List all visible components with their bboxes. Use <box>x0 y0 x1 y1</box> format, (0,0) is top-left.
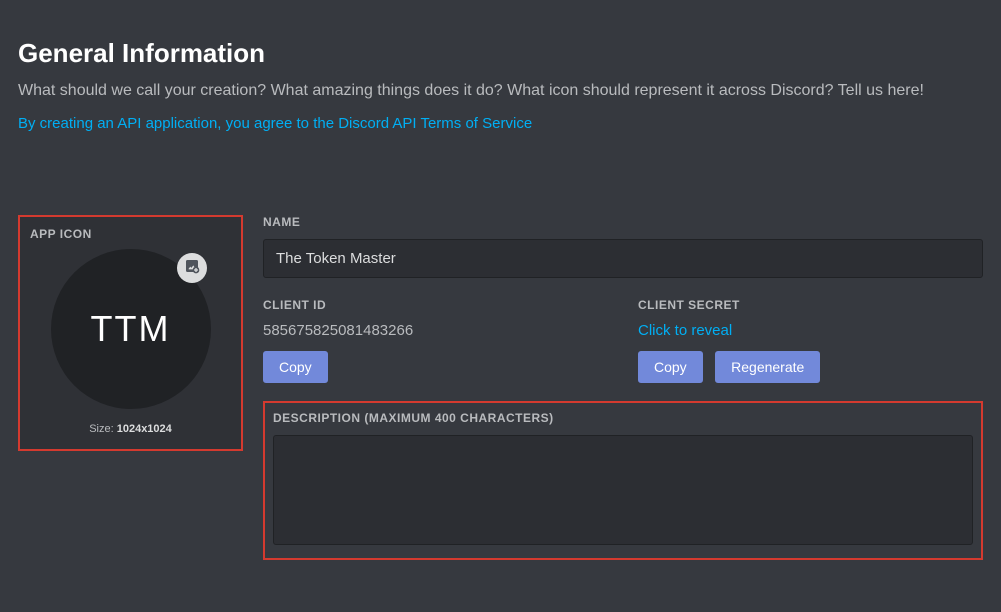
size-value: 1024x1024 <box>117 423 172 435</box>
page-subtitle: What should we call your creation? What … <box>18 79 978 103</box>
content-row: APP ICON TTM Size: 1024x1024 <box>18 215 983 560</box>
regenerate-secret-button[interactable]: Regenerate <box>715 351 820 383</box>
copy-client-id-button[interactable]: Copy <box>263 351 328 383</box>
description-label: DESCRIPTION (MAXIMUM 400 CHARACTERS) <box>273 411 973 425</box>
client-secret-section: CLIENT SECRET Click to reveal Copy Regen… <box>638 298 983 383</box>
client-id-label: CLIENT ID <box>263 298 608 312</box>
name-input[interactable] <box>263 239 983 278</box>
avatar-wrap: TTM <box>51 249 211 409</box>
size-prefix: Size: <box>89 423 117 435</box>
name-label: NAME <box>263 215 983 229</box>
description-textarea[interactable] <box>273 435 973 545</box>
id-secret-row: CLIENT ID 585675825081483266 Copy CLIENT… <box>263 298 983 383</box>
app-icon-card: APP ICON TTM Size: 1024x1024 <box>18 215 243 451</box>
tos-link[interactable]: By creating an API application, you agre… <box>18 115 532 132</box>
app-icon-column: APP ICON TTM Size: 1024x1024 <box>18 215 243 560</box>
client-id-value: 585675825081483266 <box>263 322 608 339</box>
upload-image-button[interactable] <box>177 253 207 283</box>
reveal-secret-link[interactable]: Click to reveal <box>638 322 732 339</box>
page-title: General Information <box>18 38 983 69</box>
form-column: NAME CLIENT ID 585675825081483266 Copy C… <box>263 215 983 560</box>
upload-image-icon <box>184 258 200 279</box>
app-icon-label: APP ICON <box>30 227 231 241</box>
copy-client-secret-button[interactable]: Copy <box>638 351 703 383</box>
client-id-section: CLIENT ID 585675825081483266 Copy <box>263 298 608 383</box>
description-section: DESCRIPTION (MAXIMUM 400 CHARACTERS) <box>263 401 983 560</box>
client-secret-label: CLIENT SECRET <box>638 298 983 312</box>
app-icon-size: Size: 1024x1024 <box>30 423 231 435</box>
